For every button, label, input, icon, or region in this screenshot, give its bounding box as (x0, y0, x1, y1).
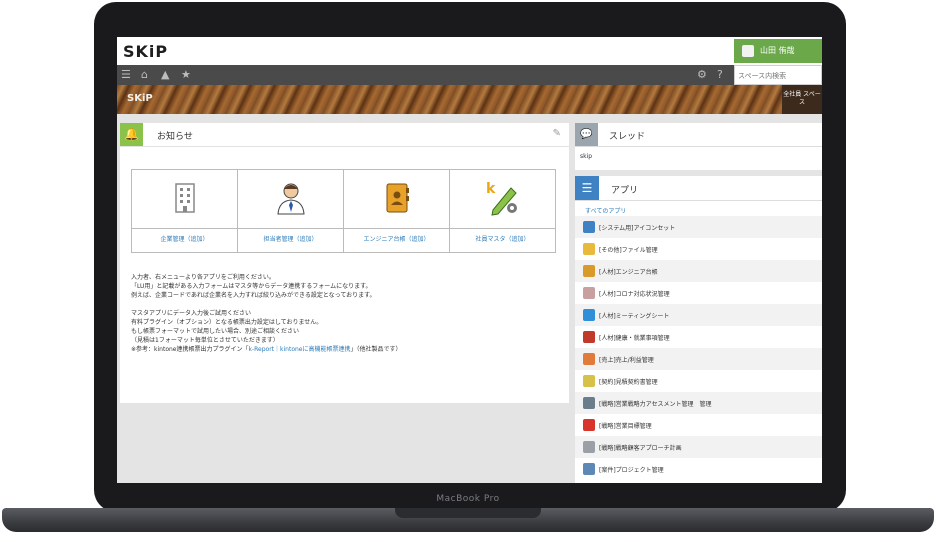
address-book-icon (344, 180, 449, 216)
app-icon (583, 243, 595, 255)
notice-title: お知らせ (157, 132, 193, 142)
quick-link-label[interactable]: 担当者管理（追加） (238, 234, 343, 243)
quick-link-contact[interactable]: 担当者管理（追加） (238, 170, 344, 252)
app-list-item[interactable]: [戦略]戦略顧客アプローチ計画 (575, 436, 822, 458)
app-name: [人材]コロナ対応状況管理 (599, 291, 670, 298)
app-name: [売上]売上/利益管理 (599, 357, 654, 364)
app-name: [案件]プロジェクト管理 (599, 467, 664, 474)
help-icon[interactable]: ? (717, 68, 723, 81)
space-banner: SKiP 全社員 スペース (117, 85, 822, 114)
notice-line: 例えば、企業コードであれば企業名を入力すれば絞り込みができる設定となっております… (131, 292, 376, 299)
notice-body: 入力者、右メニューより各アプリをご利用ください。 「LU用」と記載がある入力フォ… (131, 273, 561, 354)
app-name: [人材]健康・就業事項管理 (599, 335, 670, 342)
svg-text:k: k (486, 181, 496, 197)
all-apps-link[interactable]: すべてのアプリ (585, 206, 626, 215)
bell-icon[interactable]: ▲ (161, 68, 169, 81)
thread-header: 💬 スレッド (575, 123, 822, 147)
app-list-item[interactable]: [契約]見積契約書管理 (575, 370, 822, 392)
app-list-item[interactable]: [案件]プロジェクト管理 (575, 458, 822, 480)
app-list-item[interactable]: [戦略]営業戦略力アセスメント管理 管理 (575, 392, 822, 414)
notice-reference: ※参考：kintone連携帳票出力プラグイン「k-Report｜kintoneに… (131, 346, 402, 353)
app-list-item[interactable]: [人材]ミーティングシート (575, 304, 822, 326)
app-logo[interactable]: SKiP (123, 42, 168, 61)
notice-line: 入力者、右メニューより各アプリをご利用ください。 (131, 274, 275, 281)
reference-link[interactable]: k-Report｜kintoneに高機能帳票連携 (249, 346, 351, 353)
apps-panel: ☰ アプリ すべてのアプリ [システム用]アイコンセット [その他]ファイル管理[… (575, 176, 822, 483)
app-name: [その他]ファイル管理 (599, 247, 658, 254)
home-icon[interactable]: ⌂ (141, 68, 148, 81)
notice-panel: 🔔 お知らせ ✎ 企業管理（追加） 担当者管理（追加） エンジニア台帳（追加） … (120, 123, 569, 403)
app-screen: SKiP 山田 侑哉 ☰ ⌂ ▲ ★ ⚙ ? スペース内検索 SKiP 全社員 … (117, 37, 822, 483)
quick-link-company[interactable]: 企業管理（追加） (132, 170, 238, 252)
app-name: [人材]エンジニア台帳 (599, 269, 658, 276)
list-icon: ☰ (575, 176, 599, 200)
thread-item[interactable]: skip (580, 153, 592, 160)
app-name: [戦略]営業目標管理 (599, 423, 652, 430)
app-list-item[interactable]: [人材]コロナ対応状況管理 (575, 282, 822, 304)
app-list-item[interactable]: [システム用]アイコンセット (575, 216, 822, 238)
app-icon (583, 353, 595, 365)
app-icon (583, 331, 595, 343)
app-name: [戦略]営業戦略力アセスメント管理 管理 (599, 401, 712, 408)
app-list-item[interactable]: [その他]ファイル管理 (575, 238, 822, 260)
star-icon[interactable]: ★ (181, 68, 191, 81)
app-icon (583, 441, 595, 453)
banner-title: SKiP (127, 93, 153, 104)
gear-icon[interactable]: ⚙ (697, 68, 707, 81)
app-list-item[interactable]: [人材]エンジニア台帳 (575, 260, 822, 282)
quick-link-label[interactable]: 社員マスタ（追加） (450, 234, 555, 243)
notice-line: マスタアプリにデータ入力後ご試用ください (131, 310, 252, 317)
app-name: [戦略]戦略顧客アプローチ計画 (599, 445, 682, 452)
thread-title: スレッド (609, 132, 646, 142)
laptop-notch (395, 508, 541, 518)
app-icon (583, 397, 595, 409)
quick-link-engineer[interactable]: エンジニア台帳（追加） (344, 170, 450, 252)
app-icon (583, 419, 595, 431)
app-icon (583, 221, 595, 233)
app-icon (583, 463, 595, 475)
edit-icon[interactable]: ✎ (553, 128, 561, 139)
app-list-item[interactable]: [人材]健康・就業事項管理 (575, 326, 822, 348)
notice-line: もし帳票フォーマットで試用したい場合、別途ご相談ください (131, 328, 300, 335)
quick-link-employee[interactable]: k 社員マスタ（追加） (450, 170, 555, 252)
user-menu[interactable]: 山田 侑哉 (734, 39, 822, 63)
thread-panel: 💬 スレッド skip (575, 123, 822, 170)
app-name: [人材]ミーティングシート (599, 313, 670, 320)
space-search-input[interactable]: スペース内検索 (734, 65, 822, 85)
notice-line: 「LU用」と記載がある入力フォームはマスタ等からデータ連携するフォームになります… (131, 283, 372, 290)
app-icon (583, 287, 595, 299)
app-list: [システム用]アイコンセット [その他]ファイル管理 [人材]エンジニア台帳 [人材]… (575, 216, 822, 480)
quick-links-grid: 企業管理（追加） 担当者管理（追加） エンジニア台帳（追加） k 社員マスタ（追… (131, 169, 556, 253)
device-label: MacBook Pro (436, 494, 500, 504)
quick-link-label[interactable]: 企業管理（追加） (132, 234, 237, 243)
user-avatar-icon (742, 45, 754, 57)
app-icon (583, 265, 595, 277)
app-icon (583, 375, 595, 387)
kintone-pencil-icon: k (450, 180, 555, 216)
bell-icon: 🔔 (120, 123, 143, 146)
notice-header: 🔔 お知らせ ✎ (120, 123, 569, 147)
top-header: SKiP 山田 侑哉 (117, 37, 822, 65)
app-name: [契約]見積契約書管理 (599, 379, 658, 386)
user-name: 山田 侑哉 (760, 46, 795, 55)
notice-line: 有料プラグイン（オプション）となる帳票出力設定はしておりません。 (131, 319, 323, 326)
building-icon (132, 180, 237, 216)
person-icon (238, 180, 343, 216)
chat-bubble-icon: 💬 (575, 123, 598, 146)
space-switch[interactable]: 全社員 スペース (782, 85, 822, 114)
toolbar: ☰ ⌂ ▲ ★ ⚙ ? (117, 65, 822, 85)
app-icon (583, 309, 595, 321)
notice-line: （見積は1フォーマット毎単位とさせていただきます） (131, 337, 279, 344)
app-name: [システム用]アイコンセット (599, 225, 676, 232)
apps-header: ☰ アプリ (575, 176, 822, 201)
quick-link-label[interactable]: エンジニア台帳（追加） (344, 234, 449, 243)
app-list-item[interactable]: [戦略]営業目標管理 (575, 414, 822, 436)
app-list-item[interactable]: [売上]売上/利益管理 (575, 348, 822, 370)
right-column: 💬 スレッド skip ☰ アプリ すべてのアプリ [システム用]アイコンセット… (575, 123, 822, 483)
apps-title: アプリ (611, 186, 639, 196)
menu-icon[interactable]: ☰ (121, 68, 131, 81)
